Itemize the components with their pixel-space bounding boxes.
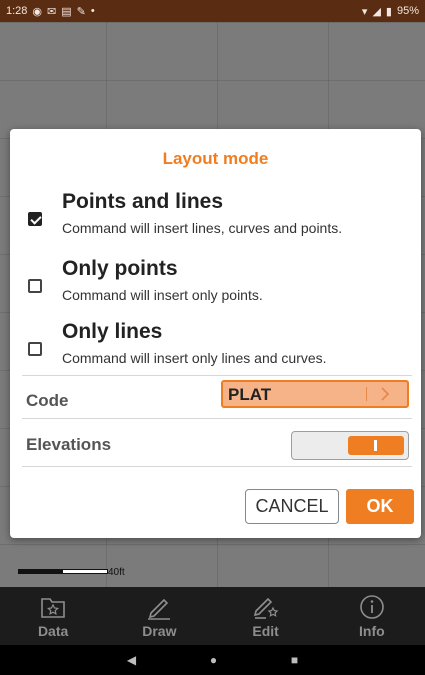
nav-draw-label: Draw (142, 623, 177, 639)
wifi-icon: ▾ (361, 5, 368, 18)
battery-level: 95% (396, 5, 419, 17)
option-title: Only points (62, 257, 178, 280)
divider (22, 418, 412, 419)
pencil-star-icon (253, 597, 278, 619)
status-left: 1:28 ◉ ✉ ▤ ✎ • (6, 5, 95, 18)
nav-edit-label: Edit (252, 623, 279, 639)
checkbox-points-and-lines[interactable] (28, 212, 42, 226)
nav-data-label: Data (37, 623, 69, 639)
battery-icon: ▮ (385, 5, 392, 18)
info-icon (360, 595, 384, 619)
edit-icon: ✎ (76, 5, 86, 18)
toggle-knob (348, 436, 404, 455)
layout-mode-dialog: Layout mode Points and lines Command wil… (10, 129, 421, 538)
recents-icon[interactable]: ■ (291, 653, 298, 667)
nav-info-label: Info (359, 623, 385, 639)
bottom-nav: Data Draw Edit Info (0, 587, 425, 645)
status-time: 1:28 (6, 5, 28, 17)
nav-edit[interactable]: Edit (226, 587, 306, 645)
location-icon: ◉ (32, 5, 43, 18)
chevron-right-icon[interactable] (378, 386, 392, 402)
option-description: Command will insert only lines and curve… (62, 350, 327, 366)
status-right: ▾ ◢ ▮ 95% (362, 5, 419, 18)
elevations-toggle[interactable] (291, 431, 409, 460)
option-title: Only lines (62, 320, 163, 343)
folder-star-icon (41, 598, 65, 618)
nav-data[interactable]: Data (13, 587, 93, 645)
nav-draw[interactable]: Draw (119, 587, 199, 645)
nav-info[interactable]: Info (332, 587, 412, 645)
option-description: Command will insert lines, curves and po… (62, 220, 343, 236)
checkbox-only-lines[interactable] (28, 342, 42, 356)
code-value: PLAT (228, 385, 272, 404)
cancel-button[interactable]: CANCEL (245, 489, 339, 524)
home-icon[interactable]: ● (210, 653, 217, 667)
code-separator (366, 387, 367, 401)
mail-icon: ✉ (47, 5, 57, 18)
divider (22, 466, 412, 467)
option-description: Command will insert only points. (62, 287, 263, 303)
signal-icon: ◢ (372, 5, 381, 18)
divider (22, 375, 412, 376)
status-bar: 1:28 ◉ ✉ ▤ ✎ • ▾ ◢ ▮ 95% (0, 0, 425, 22)
system-nav-bar: ◀ ● ■ (0, 645, 425, 675)
back-icon[interactable]: ◀ (127, 653, 136, 667)
checkbox-only-points[interactable] (28, 279, 42, 293)
ok-button[interactable]: OK (346, 489, 414, 524)
scale-bar (18, 569, 108, 574)
dot-icon: • (90, 5, 95, 17)
dialog-title: Layout mode (162, 149, 269, 168)
code-label: Code (26, 391, 69, 410)
calendar-icon: ▤ (61, 5, 72, 18)
elevations-label: Elevations (26, 435, 112, 454)
pencil-icon (148, 598, 171, 620)
option-title: Points and lines (62, 190, 224, 213)
scale-label: 40ft (108, 567, 125, 578)
code-field[interactable]: PLAT (221, 380, 409, 408)
